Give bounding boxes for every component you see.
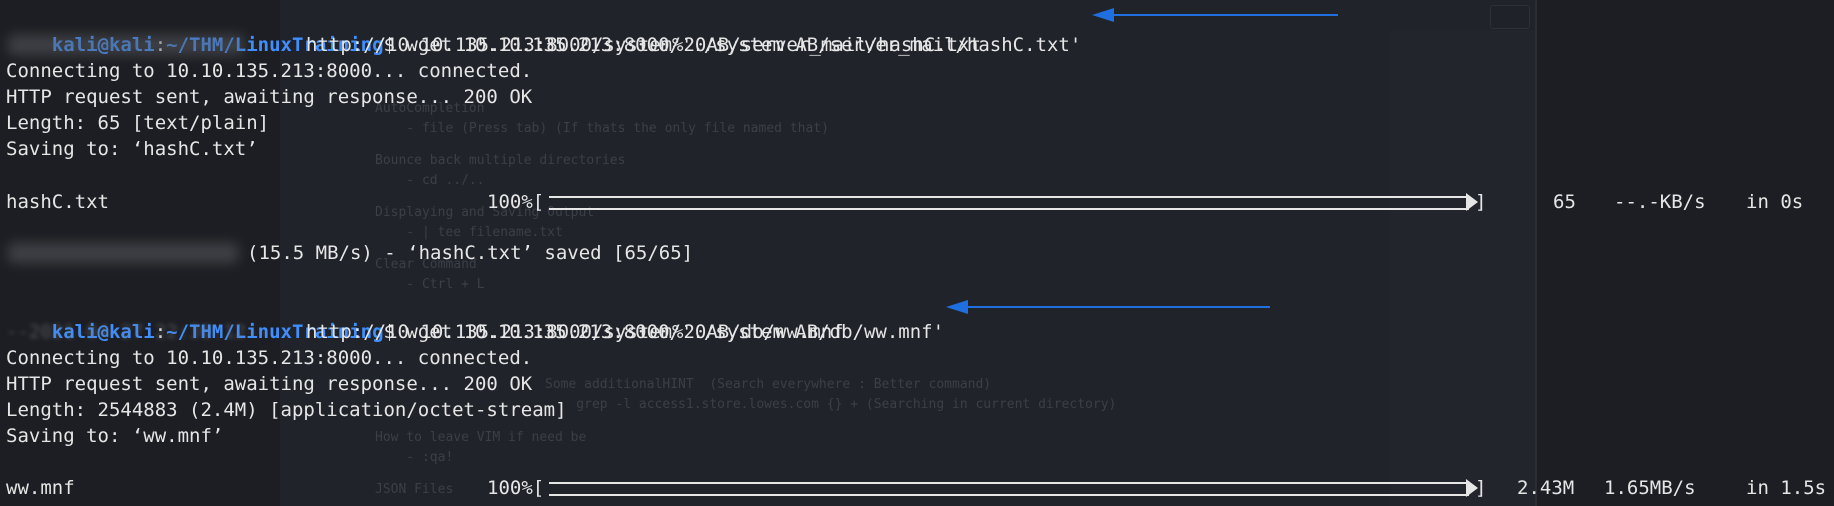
progress-bar	[549, 482, 1469, 496]
saved-line: (15.5 MB/s) - ‘hashC.txt’ saved [65/65]	[247, 242, 694, 264]
progress-size: 65	[1553, 191, 1576, 213]
request-url: http://10.10.135.213:8000/system%20AB/db…	[306, 321, 844, 343]
bg-editor-line: Some additionalHINT (Search everywhere :…	[545, 377, 992, 392]
bg-editor-line: - cd ../..	[375, 173, 485, 188]
length-line: Length: 2544883 (2.4M) [application/octe…	[6, 399, 567, 421]
command-line-1: kali@kali:~/THM/LinuxTraining$ wget 10.1…	[6, 6, 1082, 56]
progress-filename: hashC.txt	[6, 191, 109, 213]
progress-eta: in 0s	[1746, 191, 1804, 213]
progress-size: 2.43M	[1517, 477, 1575, 499]
blurred-timestamp	[8, 35, 244, 55]
bg-editor-line: Bounce back multiple directories	[375, 153, 626, 168]
progress-eta: in 1.5s	[1746, 477, 1827, 499]
bg-editor-line: - :qa!	[375, 450, 454, 465]
progress-rate: --.-KB/s	[1614, 191, 1706, 213]
blurred-timestamp: --2021-04-27 22:30:12--	[6, 321, 270, 343]
progress-rate: 1.65MB/s	[1604, 477, 1696, 499]
bg-editor-line: - Ctrl + L	[375, 277, 485, 292]
background-divider	[1535, 0, 1537, 506]
progress-bracket: ]	[1475, 477, 1487, 499]
progress-percent: 100%[	[487, 191, 545, 213]
bg-editor-line: grep -l access1.store.lowes.com {} + (Se…	[545, 397, 1117, 412]
saving-line: Saving to: ‘hashC.txt’	[6, 138, 258, 160]
annotation-arrow-line	[1110, 14, 1338, 16]
terminal-window[interactable]: AutoCompletion - file (Press tab) (If th…	[0, 0, 1834, 506]
http-status-line: HTTP request sent, awaiting response... …	[6, 373, 533, 395]
length-line: Length: 65 [text/plain]	[6, 112, 270, 134]
command-line-2: kali@kali:~/THM/LinuxTraining$ wget 10.1…	[6, 293, 944, 343]
saving-line: Saving to: ‘ww.mnf’	[6, 425, 224, 447]
background-editor-minimap	[1390, 30, 1535, 506]
progress-filename: ww.mnf	[6, 477, 75, 499]
progress-percent: 100%[	[487, 477, 545, 499]
annotation-arrow-line	[964, 306, 1270, 308]
progress-bar	[549, 196, 1469, 210]
bg-editor-line: - | tee filename.txt	[375, 225, 563, 240]
background-editor-button	[1490, 5, 1530, 29]
bg-editor-line: - file (Press tab) (If thats the only fi…	[375, 121, 829, 136]
bg-editor-line: JSON Files	[375, 482, 454, 497]
connecting-line: Connecting to 10.10.135.213:8000... conn…	[6, 60, 533, 82]
http-status-line: HTTP request sent, awaiting response... …	[6, 86, 533, 108]
connecting-line: Connecting to 10.10.135.213:8000... conn…	[6, 347, 533, 369]
request-url: http://10.10.135.213:8000/system%20AB/se…	[306, 34, 981, 56]
bg-editor-line: How to leave VIM if need be	[375, 430, 587, 445]
progress-bracket: ]	[1475, 191, 1487, 213]
blurred-timestamp	[8, 243, 238, 263]
